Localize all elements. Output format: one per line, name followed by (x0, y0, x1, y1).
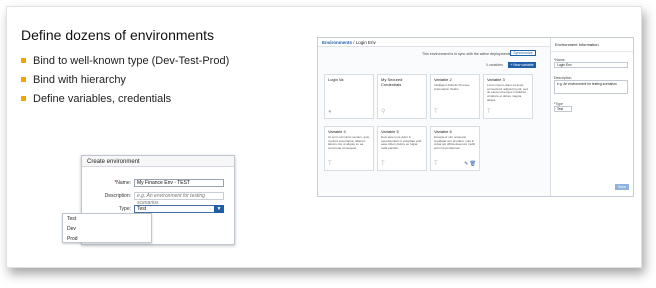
panel-title: Environment Information (551, 38, 633, 52)
bullet-item: Bind to well-known type (Dev-Test-Prod) (21, 51, 229, 70)
synchronize-button[interactable]: Synchronize (510, 50, 536, 56)
type-label: Type: (118, 205, 131, 212)
name-label: *Name: (114, 179, 131, 186)
bullet-item: Define variables, credentials (21, 89, 229, 108)
text-icon: T (328, 161, 332, 167)
bullet-marker-icon (21, 58, 26, 63)
bullet-marker-icon (21, 96, 26, 101)
variable-tile[interactable]: Variable 2 Intelligent Robotic Process A… (430, 74, 480, 119)
side-name-group: *Name Login Env (554, 58, 628, 68)
key-icon: ⚲ (381, 109, 386, 115)
slide-title: Define dozens of environments (21, 27, 214, 43)
text-icon: T (487, 109, 491, 115)
name-field[interactable]: My Finance Env - TEST (134, 178, 224, 187)
breadcrumb-root[interactable]: Environments (322, 40, 352, 45)
description-field[interactable]: e.g. An environment for testing scenario… (134, 191, 224, 206)
variable-tile[interactable]: My Secured Credentials ⚲ (377, 74, 427, 119)
new-variable-button[interactable]: + New variable (508, 62, 536, 68)
edit-delete-icon[interactable]: ✎ 🗑 (464, 162, 476, 167)
variable-tile[interactable]: Variable 4 Ut enim ad minim veniam, quis… (324, 126, 374, 171)
text-icon: T (434, 109, 438, 115)
name-row: *Name: My Finance Env - TEST (86, 178, 224, 187)
environment-information-panel: Environment Information *Name Login Env … (550, 38, 633, 196)
type-option-test[interactable]: Test (63, 214, 151, 224)
dialog-title: Create environment (82, 156, 234, 167)
environment-app: Environments / Login Env This environmen… (317, 37, 634, 197)
bullet-marker-icon (21, 77, 26, 82)
type-option-prod[interactable]: Prod (63, 234, 151, 244)
type-dropdown-menu: Test Dev Prod (62, 213, 152, 243)
text-icon: T (434, 161, 438, 167)
variable-tile[interactable]: Variable 5 Duis aute irure dolor in repr… (377, 126, 427, 171)
sync-status-text: This environment is in sync with the act… (422, 52, 511, 56)
type-row: Type: Test ▼ (86, 204, 224, 213)
bullet-item: Bind with hierarchy (21, 70, 229, 89)
side-description-group: Description e.g. An environment for test… (554, 76, 628, 94)
variable-tile[interactable]: Variable 3 Lorem ipsum dolor sit amet, c… (483, 74, 533, 119)
side-description-field[interactable]: e.g. An environment for testing scenario… (554, 80, 628, 94)
description-label: Description: (104, 192, 131, 199)
bullet-list: Bind to well-known type (Dev-Test-Prod) … (21, 51, 229, 108)
slide: Define dozens of environments Bind to we… (6, 6, 642, 268)
variables-count: 0 variables (486, 63, 503, 67)
variable-tile[interactable]: Variable 6 Excepteur sint occaecat cupid… (430, 126, 480, 171)
chevron-down-icon[interactable]: ▼ (214, 204, 224, 213)
description-row: Description: e.g. An environment for tes… (86, 191, 224, 206)
variable-tile[interactable]: Login Va ● (324, 74, 374, 119)
side-type-select[interactable]: Test (554, 106, 572, 112)
side-type-group: *Type Test (554, 102, 572, 112)
save-button[interactable]: Save (615, 184, 629, 190)
type-select[interactable]: Test ▼ (134, 204, 224, 213)
user-icon: ● (328, 109, 332, 115)
breadcrumb-current: Login Env (355, 40, 376, 45)
type-option-dev[interactable]: Dev (63, 224, 151, 234)
text-icon: T (381, 161, 385, 167)
side-name-field[interactable]: Login Env (554, 62, 628, 68)
breadcrumb: Environments / Login Env (318, 38, 550, 47)
